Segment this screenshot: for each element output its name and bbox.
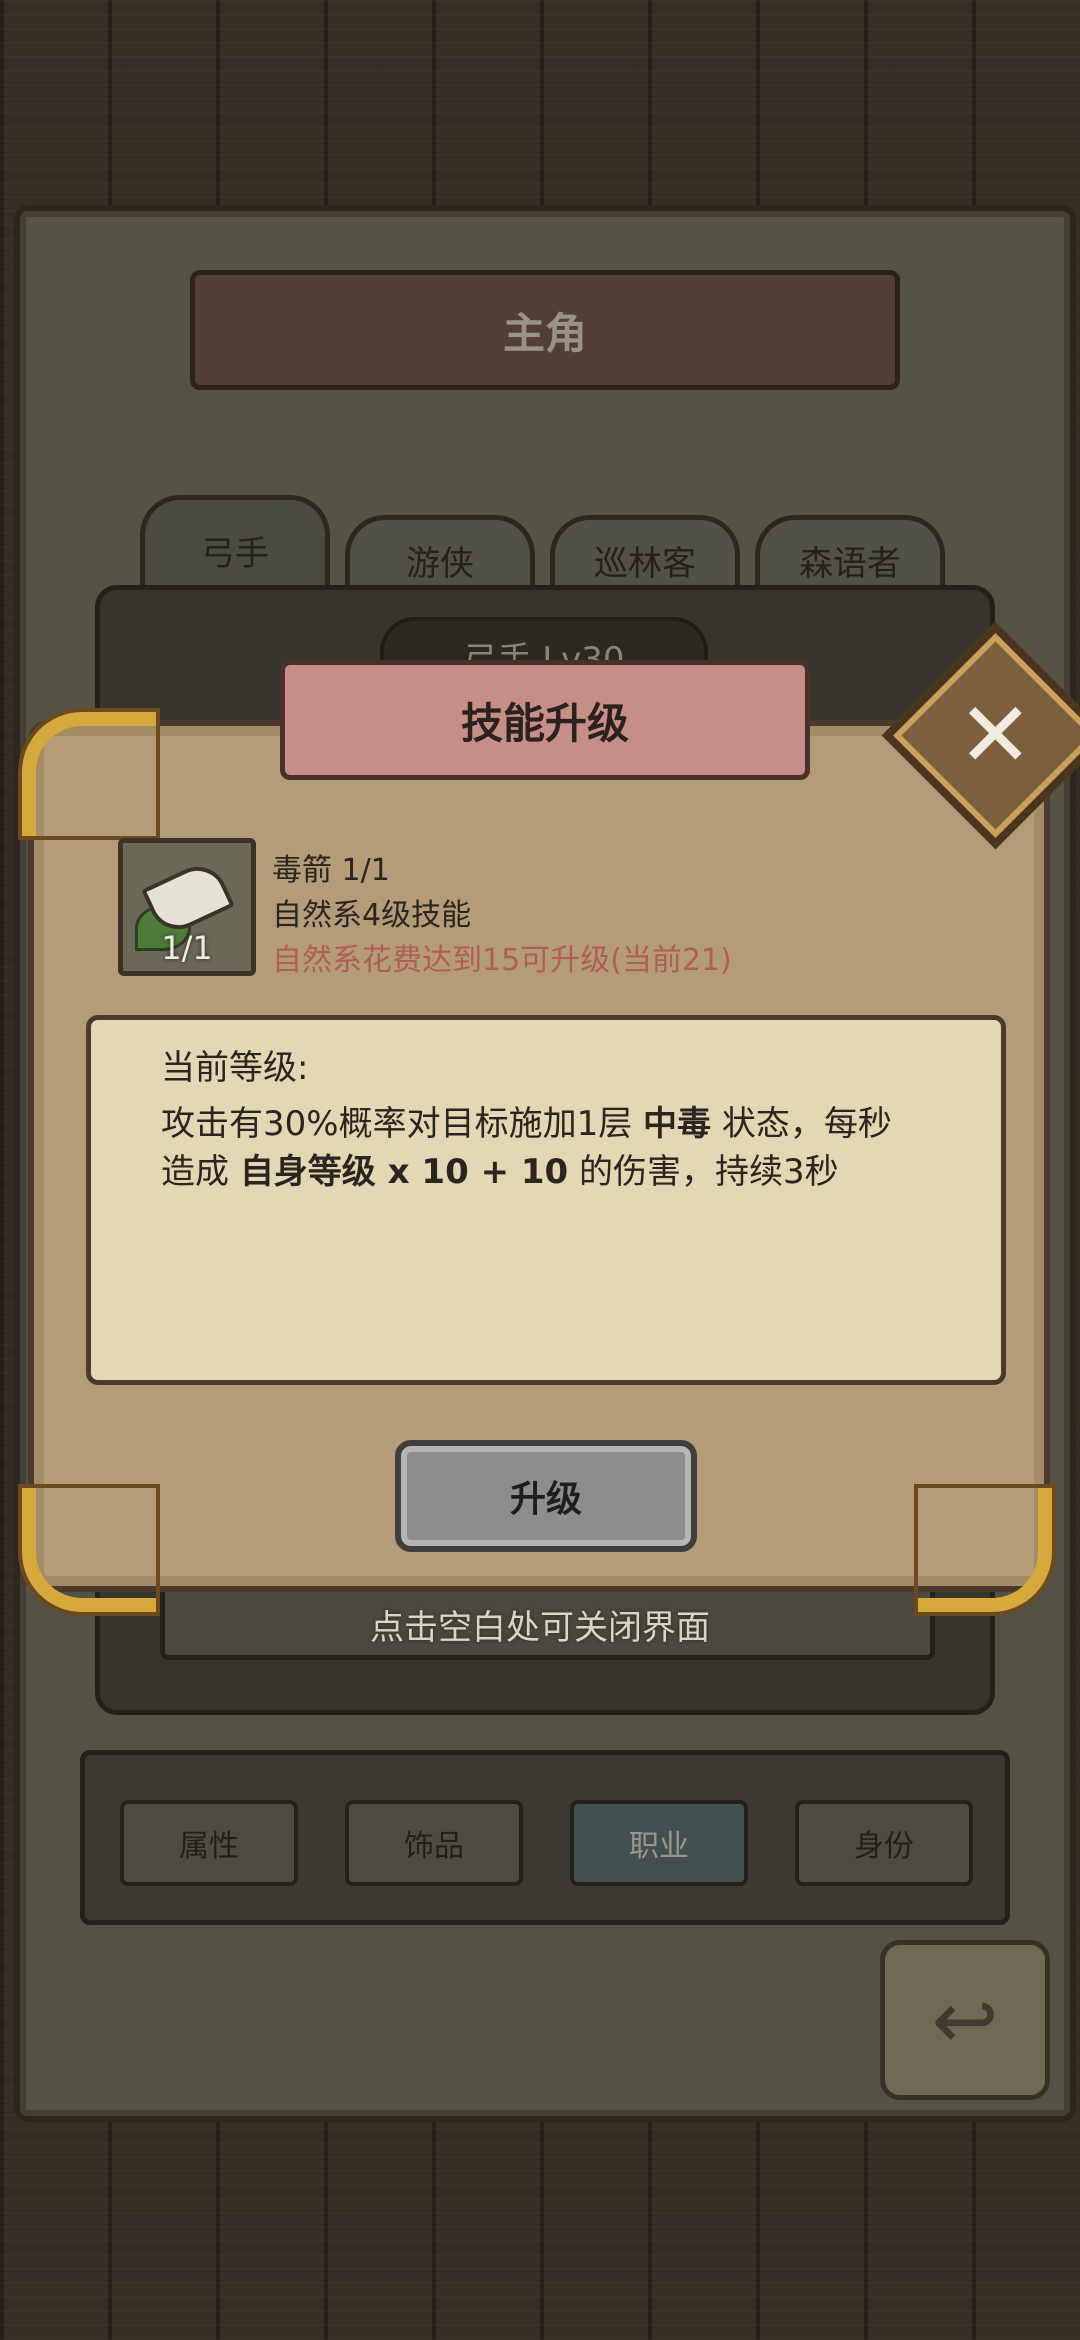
poison-arrow-icon: 1/1 [118,838,256,976]
keyword-self-level: 自身等级 [239,1152,376,1192]
skill-type: 自然系4级技能 [272,898,472,933]
keyword-poison: 中毒 [643,1104,712,1144]
skill-description: 攻击有30%概率对目标施加1层 中毒 状态，每秒 造成 自身等级 x 10 + … [161,1100,961,1196]
damage-formula: x 10 + 10 [375,1152,569,1192]
desc-text: 造成 [161,1152,240,1192]
gold-corner-decoration [22,712,156,836]
gold-corner-decoration [22,1488,156,1612]
close-icon: ✕ [957,682,1034,788]
skill-icon-count: 1/1 [161,929,213,967]
skill-description-box: 当前等级: 攻击有30%概率对目标施加1层 中毒 状态，每秒 造成 自身等级 x… [86,1015,1006,1385]
desc-text: 攻击有30%概率对目标施加1层 [161,1104,644,1144]
desc-text: 的伤害，持续3秒 [568,1152,839,1192]
dialog-title: 技能升级 [280,660,810,780]
close-hint: 点击空白处可关闭界面 [370,1608,710,1648]
skill-requirement: 自然系花费达到15可升级(当前21) [272,943,732,978]
current-level-heading: 当前等级: [161,1048,309,1088]
desc-text: 状态，每秒 [711,1104,892,1144]
skill-name: 毒箭 1/1 [272,853,390,888]
gold-corner-decoration [918,1488,1052,1612]
upgrade-button[interactable]: 升级 [395,1440,697,1552]
